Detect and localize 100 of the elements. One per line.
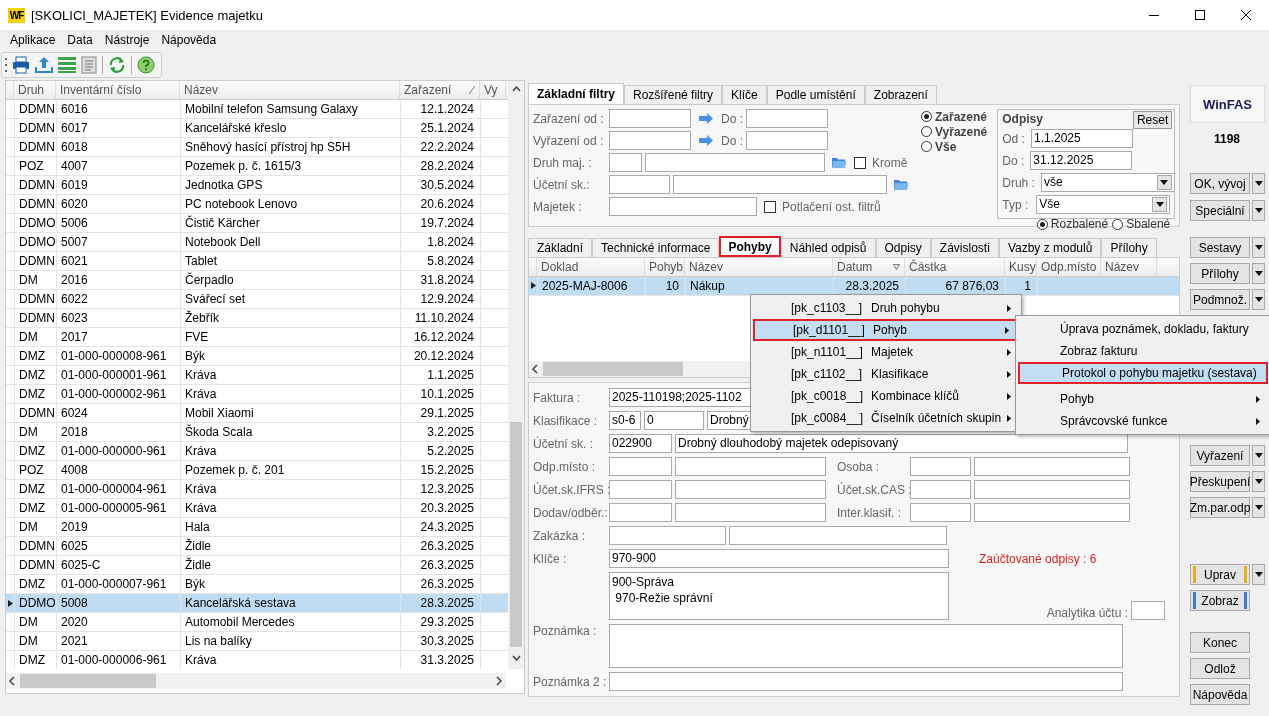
side-button[interactable]: Podmnož. [1190,289,1250,310]
table-cell: 01-000-000000-961 [57,442,181,460]
tab[interactable]: Rozšířené filtry [624,85,723,104]
column-header[interactable]: Vy [480,81,506,99]
tab[interactable]: Podle umístění [766,85,865,104]
menu-item[interactable]: Pohyb [1018,388,1268,410]
table-cell: Lis na balíky [181,632,401,650]
column-header[interactable]: Název [685,257,833,276]
table-row[interactable]: DM 2019 Hala 24.3.2025 [6,518,508,537]
table-cell: Kráva [181,442,401,460]
table-row[interactable]: POZ 4007 Pozemek p. č. 1615/3 28.2.2024 [6,157,508,176]
menu-item[interactable]: Aplikace [4,31,62,49]
table-row[interactable]: DM 2021 Lis na balíky 30.3.2025 [6,632,508,651]
tab[interactable]: Technické informace [592,237,720,257]
table-row[interactable]: DDMN 6017 Kancelářské křeslo 25.1.2024 [6,119,508,138]
tab[interactable]: Základní filtry [528,83,625,104]
tab[interactable]: Pohyby [719,235,781,257]
table-cell: 16.12.2024 [401,328,481,346]
input-field[interactable]: s0-6 [609,411,641,430]
menu-item[interactable]: Zobraz fakturu [1018,340,1268,362]
tab[interactable]: Náhled odpisů [780,237,876,257]
menu-item[interactable]: [pk_c0018__] Kombinace klíčů [753,385,1019,407]
table-row[interactable]: DM 2020 Automobil Mercedes 29.3.2025 [6,613,508,632]
table-row[interactable]: DDMN 6025 Židle 26.3.2025 [6,537,508,556]
menu-item[interactable]: [pk_c0084__] Číselník účetních skupin [753,407,1019,429]
side-button[interactable]: Přílohy [1190,263,1250,284]
text-area[interactable]: 900-Správa 970-Režie správní [609,572,949,620]
side-button[interactable]: Speciální [1190,200,1250,221]
input-field[interactable]: 970-900 [609,549,949,568]
table-cell: 5.2.2025 [401,442,481,460]
table-row[interactable]: DMZ 01-000-000000-961 Kráva 5.2.2025 [6,442,508,461]
menu-item[interactable]: [pk_c1102__] Klasifikace [753,363,1019,385]
menu-item[interactable]: [pk_n1101__] Majetek [753,341,1019,363]
side-button[interactable]: Nápověda [1190,684,1250,705]
table-row[interactable]: DMZ 01-000-000005-961 Kráva 20.3.2025 [6,499,508,518]
table-row[interactable]: DM 2016 Čerpadlo 31.8.2024 [6,271,508,290]
side-button[interactable]: Přeskupení [1190,471,1250,492]
dropdown[interactable]: vše [1040,173,1175,192]
menu-item[interactable]: Protokol o pohybu majetku (sestava) [1018,362,1268,384]
tab[interactable]: Závislosti [930,237,999,257]
table-row[interactable]: DDMN 6024 Mobil Xiaomi 29.1.2025 [6,404,508,423]
column-header[interactable]: Druh [14,81,56,99]
column-header[interactable]: Pohyb [645,257,685,276]
table-row[interactable]: DDMO 5006 Čistič Kärcher 19.7.2024 [6,214,508,233]
app-logo: WF [8,7,25,23]
table-row[interactable]: DDMN 6023 Žebřík 11.10.2024 [6,309,508,328]
table-row[interactable]: DDMN 6016 Mobilní telefon Samsung Galaxy 12.1.2024 [6,100,508,119]
menu-item[interactable]: Data [61,31,99,49]
tab[interactable]: Klíče [722,85,767,104]
column-header[interactable]: Zařazení [400,81,480,99]
menu-item[interactable]: Nástroje [98,31,156,49]
side-button[interactable]: Zobraz [1190,590,1250,611]
side-button[interactable]: Uprav [1190,564,1250,585]
table-row[interactable]: DDMO 5008 Kancelářská sestava 28.3.2025 [6,594,508,613]
table-row[interactable]: DDMN 6019 Jednotka GPS 30.5.2024 [6,176,508,195]
column-header[interactable]: Název [180,81,400,99]
menu-item[interactable]: [pk_c1103__] Druh pohybu [753,297,1019,319]
tab[interactable]: Zobrazení [864,85,937,104]
reset-button[interactable]: Reset [1132,111,1173,129]
table-row[interactable]: DDMN 6022 Svářecí set 12.9.2024 [6,290,508,309]
side-button[interactable]: Vyřazení [1190,445,1250,466]
column-header[interactable]: Datum [833,257,905,276]
table-row[interactable]: DMZ 01-000-000004-961 Kráva 12.3.2025 [6,480,508,499]
radio-label: Zařazené [935,109,988,124]
menu-item[interactable]: Nápověda [155,31,223,49]
date-field[interactable]: 1.1.2025 [1030,129,1133,148]
input-field[interactable]: 0 [644,411,704,430]
table-row[interactable]: DDMN 6020 PC notebook Lenovo 20.6.2024 [6,195,508,214]
table-row[interactable]: DM 2017 FVE 16.12.2024 [6,328,508,347]
table-row[interactable]: DMZ 01-000-000002-961 Kráva 10.1.2025 [6,385,508,404]
input-field[interactable]: Drobný dlouhodobý majetek odepisovaný [675,434,1128,453]
date-field[interactable]: 31.12.2025 [1030,151,1133,170]
side-button[interactable]: Zm.par.odp [1190,497,1250,518]
table-row[interactable]: POZ 4008 Pozemek p. č. 201 15.2.2025 [6,461,508,480]
column-header[interactable]: Doklad [537,257,645,276]
input-field[interactable]: 022900 [609,434,672,453]
column-header[interactable]: Kusy [1005,257,1037,276]
side-button[interactable]: Odlož [1190,658,1250,679]
table-row[interactable]: DMZ 01-000-000008-961 Býk 20.12.2024 [6,347,508,366]
tab[interactable]: Základní [528,237,593,257]
dropdown[interactable]: Vše [1036,195,1171,214]
table-row[interactable]: DDMO 5007 Notebook Dell 1.8.2024 [6,233,508,252]
side-button[interactable]: Konec [1190,632,1250,653]
side-button[interactable]: Sestavy [1190,237,1250,258]
column-header[interactable]: Odp.místo [1037,257,1101,276]
tab[interactable]: Vazby z modulů [998,237,1102,257]
column-header[interactable]: Částka [905,257,1005,276]
table-row[interactable]: DMZ 01-000-000001-961 Kráva 1.1.2025 [6,366,508,385]
side-button[interactable]: OK, vývoj [1190,173,1250,194]
tab[interactable]: Odpisy [875,237,931,257]
menu-item[interactable]: Správcovské funkce [1018,410,1268,432]
table-cell: 01-000-000007-961 [57,575,181,593]
column-header[interactable]: Inventární číslo [56,81,180,99]
table-row[interactable]: DDMN 6021 Tablet 5.8.2024 [6,252,508,271]
tab[interactable]: Přílohy [1101,237,1157,257]
column-header[interactable]: Název [1101,257,1157,276]
table-row[interactable]: DM 2018 Škoda Scala 3.2.2025 [6,423,508,442]
table-row[interactable]: DDMN 6025-C Židle 26.3.2025 [6,556,508,575]
table-row[interactable]: DDMN 6018 Sněhový hasící přístroj hp S5H 22.2.2024 [6,138,508,157]
menu-item[interactable]: Úprava poznámek, dokladu, faktury [1018,318,1268,340]
